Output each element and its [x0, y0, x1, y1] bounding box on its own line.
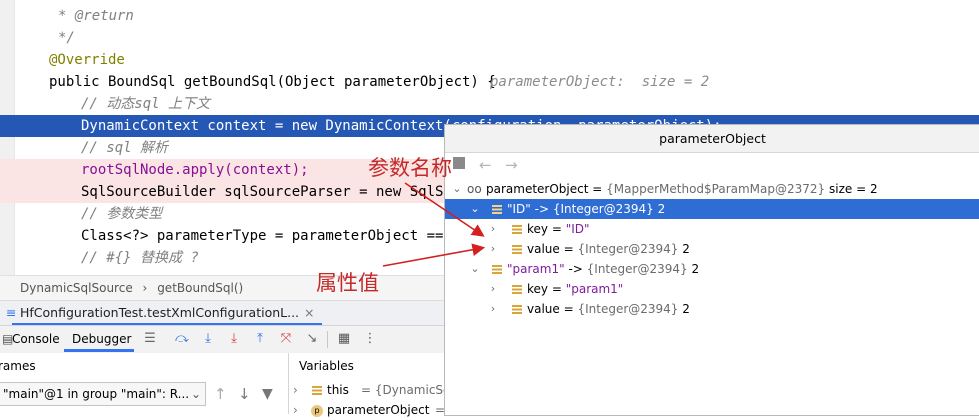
arrow-to-key	[404, 182, 485, 237]
annotation-arrows	[382, 182, 486, 267]
arrow-to-value	[382, 243, 486, 267]
